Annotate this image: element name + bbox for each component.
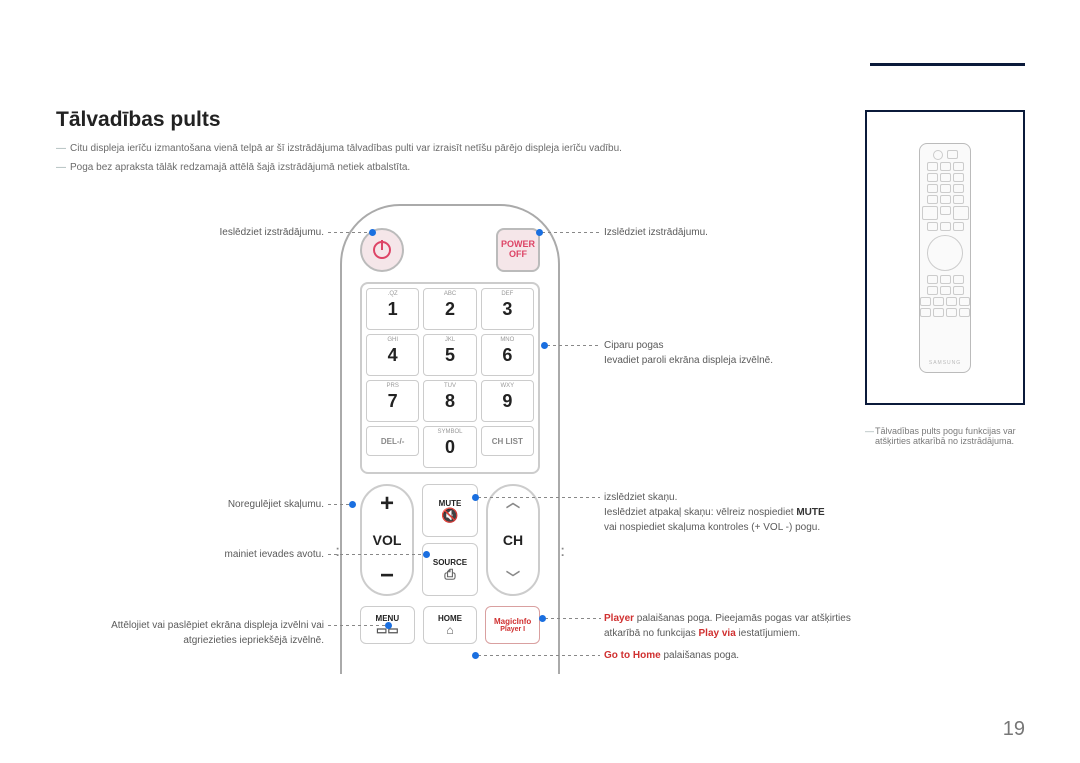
mini-brand: SAMSUNG xyxy=(929,360,961,366)
note-1: Citu displeja ierīču izmantošana vienā t… xyxy=(56,140,880,157)
dots-right-icon: ⠅ xyxy=(560,546,569,560)
volume-rocker[interactable]: + VOL − xyxy=(360,484,414,596)
home-label: HOME xyxy=(438,614,462,623)
key-del[interactable]: DEL-/- xyxy=(366,426,419,456)
key-0[interactable]: SYMBOL0 xyxy=(423,426,476,468)
callout-mute-l1-pre: Ieslēdziet atpakaļ skaņu: vēlreiz nospie… xyxy=(604,507,796,518)
callout-source: mainiet ievades avotu. xyxy=(56,547,324,562)
magicinfo-button[interactable]: MagicInfo Player I xyxy=(485,606,540,644)
power-off-button[interactable]: POWER OFF xyxy=(496,228,540,272)
vol-up-icon: + xyxy=(380,492,394,516)
ch-up-icon: ︿ xyxy=(506,492,520,512)
home-button[interactable]: HOME ⌂ xyxy=(423,606,478,644)
mini-remote: SAMSUNG xyxy=(919,143,971,373)
dots-left-icon: ⠅ xyxy=(335,546,344,560)
ch-down-icon: ﹀ xyxy=(506,568,520,588)
callout-mute-l2: vai nospiediet skaļuma kontroles (+ VOL … xyxy=(604,522,820,533)
vol-down-icon: − xyxy=(380,564,394,588)
mute-button[interactable]: MUTE 🔇 xyxy=(422,484,478,537)
key-chlist[interactable]: CH LIST xyxy=(481,426,534,456)
callout-home-end: palaišanas poga. xyxy=(661,650,739,661)
key-8[interactable]: TUV8 xyxy=(423,380,476,422)
callout-player-end: iestatījumiem. xyxy=(736,628,800,639)
source-icon: ⎙ xyxy=(444,567,455,581)
number-keypad: .QZ1 ABC2 DEF3 GHI4 JKL5 MNO6 PRS7 TUV8 … xyxy=(360,282,540,474)
mute-icon: 🔇 xyxy=(441,508,458,522)
callout-power-off: Izslēdziet izstrādājumu. xyxy=(604,225,708,240)
callout-menu: Attēlojiet vai paslēpiet ekrāna displeja… xyxy=(56,618,324,648)
mini-remote-box: SAMSUNG xyxy=(865,110,1025,405)
callout-home-pre: Go to Home xyxy=(604,650,661,661)
page-number: 19 xyxy=(1003,718,1025,741)
page-title: Tālvadības pults xyxy=(56,108,221,132)
callout-digits: Ciparu pogas Ievadiet paroli ekrāna disp… xyxy=(604,338,773,368)
key-7[interactable]: PRS7 xyxy=(366,380,419,422)
key-4[interactable]: GHI4 xyxy=(366,334,419,376)
top-rule xyxy=(870,63,1025,66)
key-6[interactable]: MNO6 xyxy=(481,334,534,376)
key-2[interactable]: ABC2 xyxy=(423,288,476,330)
callout-player: Player palaišanas poga. Pieejamās pogas … xyxy=(604,611,884,641)
callout-home: Go to Home palaišanas poga. xyxy=(604,648,739,663)
key-1[interactable]: .QZ1 xyxy=(366,288,419,330)
magicinfo-label-1: MagicInfo xyxy=(494,617,531,626)
remote-outline: POWER OFF .QZ1 ABC2 DEF3 GHI4 JKL5 MNO6 … xyxy=(340,204,560,674)
power-on-button[interactable] xyxy=(360,228,404,272)
callout-mute-bold: MUTE xyxy=(796,507,824,518)
callout-vol: Noregulējiet skaļumu. xyxy=(56,497,324,512)
key-9[interactable]: WXY9 xyxy=(481,380,534,422)
callout-player-pre: Player xyxy=(604,613,634,624)
note-2: Poga bez apraksta tālāk redzamajā attēlā… xyxy=(56,159,880,176)
source-button[interactable]: SOURCE ⎙ xyxy=(422,543,478,596)
vol-label: VOL xyxy=(373,532,402,548)
callout-player-bold: Play via xyxy=(699,628,736,639)
power-off-label-2: OFF xyxy=(509,250,527,260)
callout-mute: izslēdziet skaņu. Ieslēdziet atpakaļ ska… xyxy=(604,490,884,535)
key-3[interactable]: DEF3 xyxy=(481,288,534,330)
callout-mute-title: izslēdziet skaņu. xyxy=(604,492,677,503)
ch-label: CH xyxy=(503,532,523,548)
side-note: Tālvadības pults pogu funkcijas var atšķ… xyxy=(865,426,1025,446)
notes-block: Citu displeja ierīču izmantošana vienā t… xyxy=(56,140,880,178)
key-5[interactable]: JKL5 xyxy=(423,334,476,376)
channel-rocker[interactable]: ︿ CH ﹀ xyxy=(486,484,540,596)
home-icon: ⌂ xyxy=(446,623,453,637)
magicinfo-label-2: Player I xyxy=(500,626,525,633)
callout-power-on: Ieslēdziet izstrādājumu. xyxy=(56,225,324,240)
power-icon xyxy=(373,241,391,259)
callout-digits-title: Ciparu pogas xyxy=(604,340,663,351)
callout-digits-body: Ievadiet paroli ekrāna displeja izvēlnē. xyxy=(604,355,773,366)
